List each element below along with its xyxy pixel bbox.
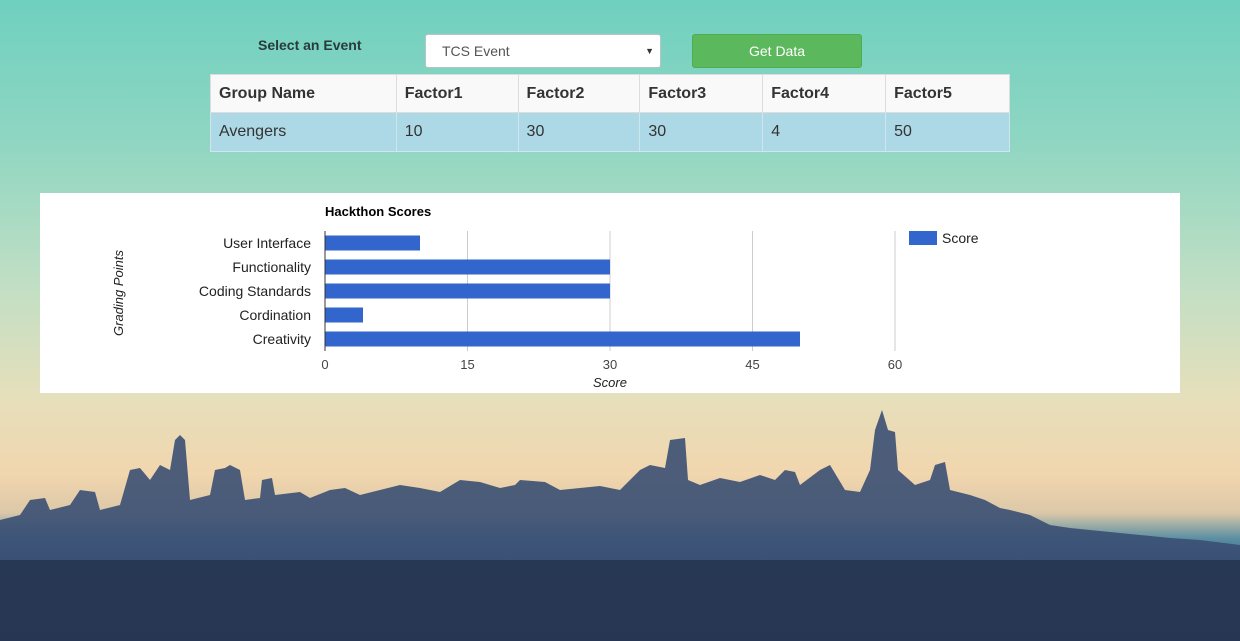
table-header: Factor1 xyxy=(395,74,519,113)
table-header: Factor4 xyxy=(762,74,887,113)
event-select-value: TCS Event xyxy=(442,43,510,59)
get-data-button[interactable]: Get Data xyxy=(692,34,862,68)
chevron-down-icon: ▼ xyxy=(645,46,654,56)
table-header: Group Name xyxy=(210,74,397,113)
chart-x-tick-label: 30 xyxy=(603,357,617,372)
chart-category-labels: User Interface Functionality Coding Standa… xyxy=(199,235,311,347)
chart-bar xyxy=(325,259,610,275)
score-bar-chart: Hackthon Scores Grading Points Score Use… xyxy=(111,204,979,390)
chart-y-axis-label: Grading Points xyxy=(111,250,126,336)
table-cell: 30 xyxy=(639,112,764,152)
chart-x-tick-label: 45 xyxy=(745,357,759,372)
chart-x-tick-label: 15 xyxy=(460,357,474,372)
chart-category-label: User Interface xyxy=(223,235,311,251)
chart-bar xyxy=(325,283,610,299)
chart-bars xyxy=(325,235,800,347)
table-cell: 50 xyxy=(885,112,1010,152)
chart-title: Hackthon Scores xyxy=(325,204,431,219)
table-cell: Avengers xyxy=(210,112,397,152)
chart-x-ticks: 0 15 30 45 60 xyxy=(321,357,902,372)
table-cell: 4 xyxy=(762,112,887,152)
chart-panel: Hackthon Scores Grading Points Score Use… xyxy=(40,193,1180,393)
chart-category-label: Cordination xyxy=(239,307,311,323)
chart-bar xyxy=(325,307,363,323)
chart-category-label: Coding Standards xyxy=(199,283,311,299)
table-header-row: Group Name Factor1 Factor2 Factor3 Facto… xyxy=(210,74,1010,113)
chart-x-tick-label: 0 xyxy=(321,357,328,372)
chart-category-label: Creativity xyxy=(253,331,311,347)
legend-label: Score xyxy=(942,230,979,246)
legend-swatch xyxy=(909,231,937,245)
table-header: Factor2 xyxy=(517,74,641,113)
chart-legend: Score xyxy=(909,230,979,246)
chart-x-axis-label: Score xyxy=(593,375,627,390)
event-select[interactable]: TCS Event ▼ xyxy=(425,34,661,68)
event-label: Select an Event xyxy=(258,37,362,53)
chart-bar xyxy=(325,331,800,347)
event-controls: Select an Event TCS Event ▼ Get Data xyxy=(0,0,1240,72)
chart-bar xyxy=(325,235,420,251)
chart-category-label: Functionality xyxy=(232,259,311,275)
table-header: Factor5 xyxy=(885,74,1010,113)
table-row: Avengers 10 30 30 4 50 xyxy=(210,112,1010,152)
table-header: Factor3 xyxy=(639,74,764,113)
scores-table: Group Name Factor1 Factor2 Factor3 Facto… xyxy=(210,74,1010,152)
table-cell: 10 xyxy=(395,112,519,152)
chart-x-tick-label: 60 xyxy=(888,357,902,372)
table-cell: 30 xyxy=(517,112,641,152)
